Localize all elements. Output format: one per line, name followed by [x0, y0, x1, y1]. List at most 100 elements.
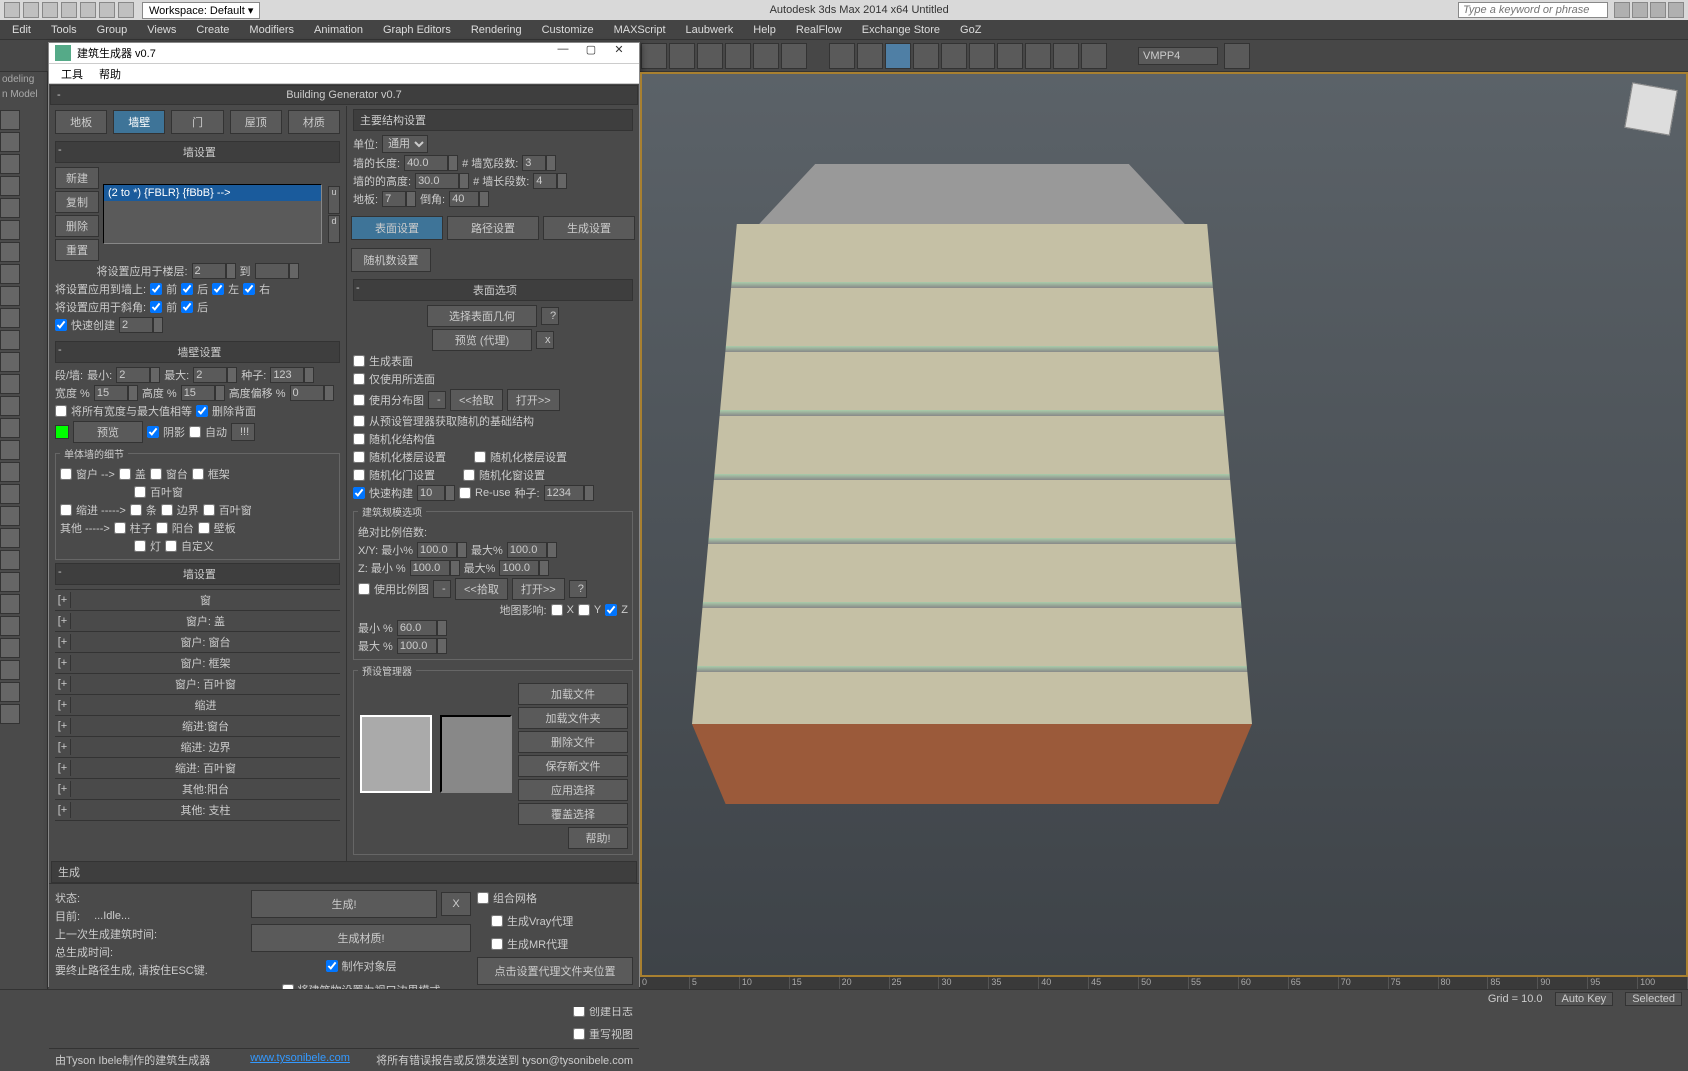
auto-check[interactable] — [189, 426, 201, 438]
dialog-titlebar[interactable]: 建筑生成器 v0.7 — ▢ ✕ — [49, 43, 639, 64]
undo-icon[interactable] — [80, 2, 96, 18]
mr-check[interactable] — [491, 938, 503, 950]
toolbar-btn[interactable] — [913, 43, 939, 69]
cover-check[interactable] — [119, 468, 131, 480]
seed2-spinner[interactable] — [544, 485, 594, 501]
subtab-surface[interactable]: 表面设置 — [351, 216, 443, 240]
shadow-check[interactable] — [147, 426, 159, 438]
timeline[interactable]: 0510152025303540455055606570758085909510… — [640, 977, 1688, 989]
shutter-check[interactable] — [134, 486, 146, 498]
indent-check[interactable] — [60, 504, 72, 516]
seg-min-spinner[interactable] — [116, 367, 160, 383]
preset-btn[interactable]: 保存新文件 — [518, 755, 628, 777]
strip-icon[interactable] — [0, 682, 20, 702]
use-dist-check[interactable] — [353, 394, 365, 406]
strip-icon[interactable] — [0, 242, 20, 262]
gen-surface-check[interactable] — [353, 355, 365, 367]
hoff-spinner[interactable] — [290, 385, 334, 401]
column-check[interactable] — [114, 522, 126, 534]
minpct-spinner[interactable] — [397, 620, 447, 636]
rollout-header[interactable]: -Building Generator v0.7 — [50, 85, 638, 105]
toolbar-btn[interactable] — [997, 43, 1023, 69]
wheight-spinner[interactable] — [415, 173, 469, 189]
toolbar-btn[interactable] — [1053, 43, 1079, 69]
menu-views[interactable]: Views — [137, 22, 186, 38]
strip-icon[interactable] — [0, 330, 20, 350]
floors-spinner[interactable] — [382, 191, 416, 207]
app-icon[interactable] — [4, 2, 20, 18]
tab-wall[interactable]: 墙壁 — [113, 110, 165, 134]
seg-max-spinner[interactable] — [193, 367, 237, 383]
z-max-spinner[interactable] — [499, 560, 549, 576]
toolbar-btn[interactable] — [669, 43, 695, 69]
strip-icon[interactable] — [0, 352, 20, 372]
settings-row[interactable]: [+其他:阳台 — [55, 779, 340, 800]
strip-icon[interactable] — [0, 418, 20, 438]
building-model[interactable] — [692, 164, 1252, 804]
menu-group[interactable]: Group — [87, 22, 138, 38]
right-check[interactable] — [243, 283, 255, 295]
balcony-check[interactable] — [156, 522, 168, 534]
viewcube[interactable] — [1624, 82, 1677, 135]
down-button[interactable]: d — [328, 215, 340, 243]
z-check[interactable] — [605, 604, 617, 616]
toolbar-btn[interactable] — [725, 43, 751, 69]
strip-icon[interactable] — [0, 308, 20, 328]
strip-icon[interactable] — [0, 550, 20, 570]
settings-row[interactable]: [+窗户: 窗台 — [55, 632, 340, 653]
preset-btn[interactable]: 删除文件 — [518, 731, 628, 753]
strip-icon[interactable] — [0, 264, 20, 284]
settings-row[interactable]: [+缩进: 百叶窗 — [55, 758, 340, 779]
toolbar-btn[interactable] — [641, 43, 667, 69]
from-preset-check[interactable] — [353, 415, 365, 427]
tab-door[interactable]: 门 — [171, 110, 223, 134]
subtab-path[interactable]: 路径设置 — [447, 216, 539, 240]
strip-icon[interactable] — [0, 638, 20, 658]
floor-to-spinner[interactable] — [255, 263, 299, 279]
preset-slot1[interactable] — [360, 715, 432, 793]
up-button[interactable]: u — [328, 186, 340, 214]
preview-proxy-button[interactable]: 预览 (代理) — [432, 329, 532, 351]
maximize-button[interactable]: ▢ — [577, 43, 605, 63]
lseg-spinner[interactable] — [533, 173, 567, 189]
menu-rendering[interactable]: Rendering — [461, 22, 532, 38]
bevel-front-check[interactable] — [150, 301, 162, 313]
xy-min-spinner[interactable] — [417, 542, 467, 558]
strip-icon[interactable] — [0, 528, 20, 548]
preset-help-button[interactable]: 帮助! — [568, 827, 628, 849]
strip-check[interactable] — [130, 504, 142, 516]
menu-realflow[interactable]: RealFlow — [786, 22, 852, 38]
front-check[interactable] — [150, 283, 162, 295]
help-icon[interactable] — [1668, 2, 1684, 18]
settings-row[interactable]: [+窗 — [55, 590, 340, 611]
wall-listbox[interactable]: (2 to *) {FBLR} {fBbB} --> — [103, 184, 322, 244]
subtab-generate[interactable]: 生成设置 — [543, 216, 635, 240]
generate-button[interactable]: 生成! — [251, 890, 437, 918]
menu-maxscript[interactable]: MAXScript — [604, 22, 676, 38]
dialog-menu-help[interactable]: 帮助 — [91, 64, 129, 84]
preset-btn[interactable]: 加载文件 — [518, 683, 628, 705]
menu-animation[interactable]: Animation — [304, 22, 373, 38]
strip-icon[interactable] — [0, 660, 20, 680]
wseg-spinner[interactable] — [522, 155, 556, 171]
toolbar-btn-active[interactable] — [885, 43, 911, 69]
settings-row[interactable]: [+其他: 支柱 — [55, 800, 340, 821]
wallboard-check[interactable] — [198, 522, 210, 534]
dist-minus[interactable]: - — [428, 391, 446, 409]
menu-tools[interactable]: Tools — [41, 22, 87, 38]
sill-check[interactable] — [150, 468, 162, 480]
link-icon[interactable] — [118, 2, 134, 18]
combine-check[interactable] — [477, 892, 489, 904]
strip-icon[interactable] — [0, 220, 20, 240]
footer-link[interactable]: www.tysonibele.com — [250, 1052, 350, 1068]
custom-check[interactable] — [165, 540, 177, 552]
rewrite-log-check[interactable] — [573, 1028, 585, 1040]
shutter2-check[interactable] — [203, 504, 215, 516]
extra-button[interactable]: !!! — [231, 423, 255, 441]
toolbar-btn[interactable] — [829, 43, 855, 69]
toolbar-btn[interactable] — [857, 43, 883, 69]
dialog-menu-tools[interactable]: 工具 — [53, 64, 91, 84]
rand-door-check[interactable] — [353, 469, 365, 481]
comm-icon[interactable] — [1632, 2, 1648, 18]
strip-icon[interactable] — [0, 506, 20, 526]
